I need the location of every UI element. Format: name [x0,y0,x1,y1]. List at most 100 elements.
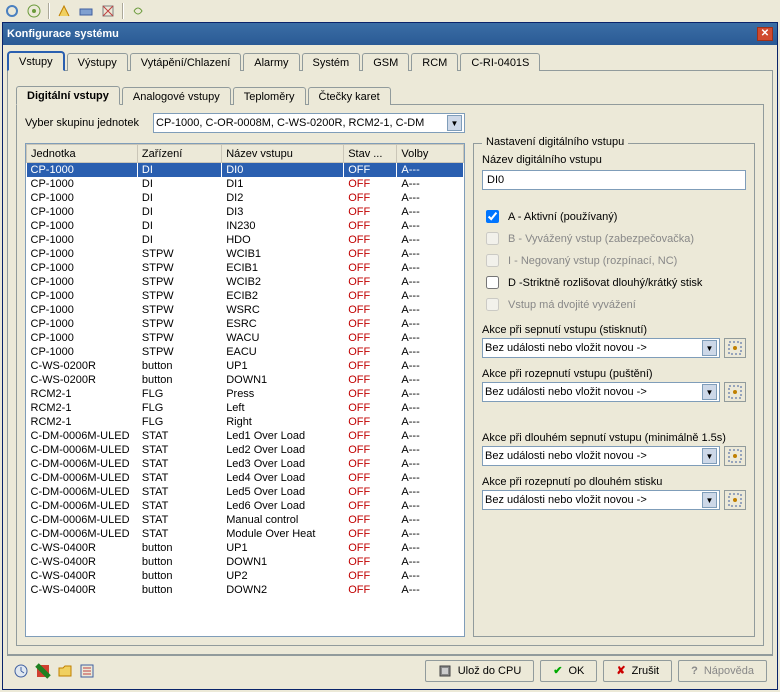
sub-panel: Vyber skupinu jednotek CP-1000, C-OR-000… [16,105,764,646]
x-icon: ✘ [616,664,625,677]
action-longpress-label: Akce při dlouhém sepnutí vstupu (minimál… [482,432,746,444]
action-release-combo[interactable]: Bez události nebo vložit novou ->▼ [482,382,720,402]
app-toolbar [0,0,780,22]
table-row[interactable]: C-WS-0200RbuttonDOWN1OFFA--- [27,373,464,387]
table-row[interactable]: C-DM-0006M-ULEDSTATLed2 Over LoadOFFA--- [27,443,464,457]
table-row[interactable]: RCM2-1FLGRightOFFA--- [27,415,464,429]
clock-icon[interactable] [13,663,29,679]
separator [48,3,50,19]
table-row[interactable]: CP-1000STPWWSRCOFFA--- [27,303,464,317]
main-tab-3[interactable]: Alarmy [243,53,299,71]
close-button[interactable]: ✕ [757,27,773,41]
table-row[interactable]: CP-1000STPWWCIB1OFFA--- [27,247,464,261]
table-row[interactable]: C-WS-0400RbuttonDOWN2OFFA--- [27,583,464,597]
tool-icon-2[interactable] [26,3,42,19]
checkbox-a[interactable]: A - Aktivní (používaný) [482,207,746,226]
table-row[interactable]: C-DM-0006M-ULEDSTATLed3 Over LoadOFFA--- [27,457,464,471]
table-row[interactable]: CP-1000DIHDOOFFA--- [27,233,464,247]
table-row[interactable]: CP-1000STPWWACUOFFA--- [27,331,464,345]
table-row[interactable]: C-WS-0200RbuttonUP1OFFA--- [27,359,464,373]
sub-tab-0[interactable]: Digitální vstupy [16,86,120,105]
separator [122,3,124,19]
name-input[interactable]: DI0 [482,170,746,190]
checkbox-b: B - Vyvážený vstup (zabezpečovačka) [482,229,746,248]
group-select-label: Vyber skupinu jednotek [25,117,145,129]
tool-icon-5[interactable] [100,3,116,19]
tool-icon-3[interactable] [56,3,72,19]
table-row[interactable]: C-DM-0006M-ULEDSTATLed5 Over LoadOFFA--- [27,485,464,499]
action-longrelease-combo[interactable]: Bez události nebo vložit novou ->▼ [482,490,720,510]
right-column: Název digitálního vstupu DI0 A - Aktivní… [473,143,755,637]
name-label: Název digitálního vstupu [482,154,746,166]
main-tab-0[interactable]: Vstupy [7,51,65,71]
grid-wrapper[interactable]: JednotkaZařízeníNázev vstupuStav ...Volb… [25,143,465,637]
action-longrelease-edit-button[interactable] [724,490,746,510]
table-row[interactable]: C-DM-0006M-ULEDSTATLed6 Over LoadOFFA--- [27,499,464,513]
checkbox-d[interactable]: D -Striktně rozlišovat dlouhý/krátký sti… [482,273,746,292]
folder-icon[interactable] [57,663,73,679]
main-tab-4[interactable]: Systém [302,53,361,71]
client-area: VstupyVýstupyVytápění/ChlazeníAlarmySyst… [3,45,777,689]
table-row[interactable]: CP-1000DIDI3OFFA--- [27,205,464,219]
tool-icon-1[interactable] [4,3,20,19]
table-row[interactable]: CP-1000DIDI2OFFA--- [27,191,464,205]
action-release-edit-button[interactable] [724,382,746,402]
action-longpress-edit-button[interactable] [724,446,746,466]
table-row[interactable]: C-DM-0006M-ULEDSTATModule Over HeatOFFA-… [27,527,464,541]
inputs-table: JednotkaZařízeníNázev vstupuStav ...Volb… [26,144,464,597]
table-row[interactable]: RCM2-1FLGPressOFFA--- [27,387,464,401]
col-header[interactable]: Zařízení [137,145,221,163]
table-row[interactable]: CP-1000DIIN230OFFA--- [27,219,464,233]
action-press-combo[interactable]: Bez události nebo vložit novou ->▼ [482,338,720,358]
sub-tab-1[interactable]: Analogové vstupy [122,87,231,105]
col-header[interactable]: Jednotka [27,145,138,163]
action-press-edit-button[interactable] [724,338,746,358]
col-header[interactable]: Volby [397,145,464,163]
main-tab-7[interactable]: C-RI-0401S [460,53,540,71]
main-tab-5[interactable]: GSM [362,53,409,71]
sub-tab-3[interactable]: Čtečky karet [308,87,391,105]
chevron-down-icon: ▼ [447,115,462,131]
table-row[interactable]: C-DM-0006M-ULEDSTATLed4 Over LoadOFFA--- [27,471,464,485]
checkbox-double: Vstup má dvojité vyvážení [482,295,746,314]
group-select-combo[interactable]: CP-1000, C-OR-0008M, C-WS-0200R, RCM2-1,… [153,113,465,133]
chip-icon [438,664,452,678]
save-button[interactable]: Ulož do CPU [425,660,535,682]
tool-icon-4[interactable] [78,3,94,19]
col-header[interactable]: Název vstupu [222,145,344,163]
check-icon: ✔ [553,664,562,677]
table-row[interactable]: CP-1000STPWESRCOFFA--- [27,317,464,331]
table-row[interactable]: C-WS-0400RbuttonUP2OFFA--- [27,569,464,583]
table-row[interactable]: CP-1000STPWECIB2OFFA--- [27,289,464,303]
table-row[interactable]: CP-1000STPWWCIB2OFFA--- [27,275,464,289]
table-row[interactable]: CP-1000STPWECIB1OFFA--- [27,261,464,275]
config-window: Konfigurace systému ✕ VstupyVýstupyVytáp… [2,22,778,690]
table-row[interactable]: C-DM-0006M-ULEDSTATLed1 Over LoadOFFA--- [27,429,464,443]
tool-icon-6[interactable] [130,3,146,19]
table-row[interactable]: RCM2-1FLGLeftOFFA--- [27,401,464,415]
window-title: Konfigurace systému [7,28,119,40]
table-row[interactable]: C-WS-0400RbuttonDOWN1OFFA--- [27,555,464,569]
cancel-button[interactable]: ✘Zrušit [603,660,672,682]
bottom-bar: Ulož do CPU ✔OK ✘Zrušit ?Nápověda [7,655,773,685]
main-panel: Digitální vstupyAnalogové vstupyTeploměr… [7,71,773,655]
table-row[interactable]: CP-1000DIDI0OFFA--- [27,163,464,178]
action-longpress-combo[interactable]: Bez události nebo vložit novou ->▼ [482,446,720,466]
help-button[interactable]: ?Nápověda [678,660,767,682]
table-row[interactable]: CP-1000DIDI1OFFA--- [27,177,464,191]
main-tab-1[interactable]: Výstupy [67,53,128,71]
sub-tab-2[interactable]: Teploměry [233,87,306,105]
table-row[interactable]: C-WS-0400RbuttonUP1OFFA--- [27,541,464,555]
col-header[interactable]: Stav ... [344,145,397,163]
table-row[interactable]: C-DM-0006M-ULEDSTATManual controlOFFA--- [27,513,464,527]
main-tab-2[interactable]: Vytápění/Chlazení [130,53,241,71]
table-row[interactable]: CP-1000STPWEACUOFFA--- [27,345,464,359]
settings-box: Název digitálního vstupu DI0 A - Aktivní… [473,143,755,637]
main-tab-6[interactable]: RCM [411,53,458,71]
question-icon: ? [691,665,698,677]
flag-icon[interactable] [35,663,51,679]
titlebar: Konfigurace systému ✕ [3,23,777,45]
checkbox-i: I - Negovaný vstup (rozpínací, NC) [482,251,746,270]
list-icon[interactable] [79,663,95,679]
ok-button[interactable]: ✔OK [540,660,597,682]
